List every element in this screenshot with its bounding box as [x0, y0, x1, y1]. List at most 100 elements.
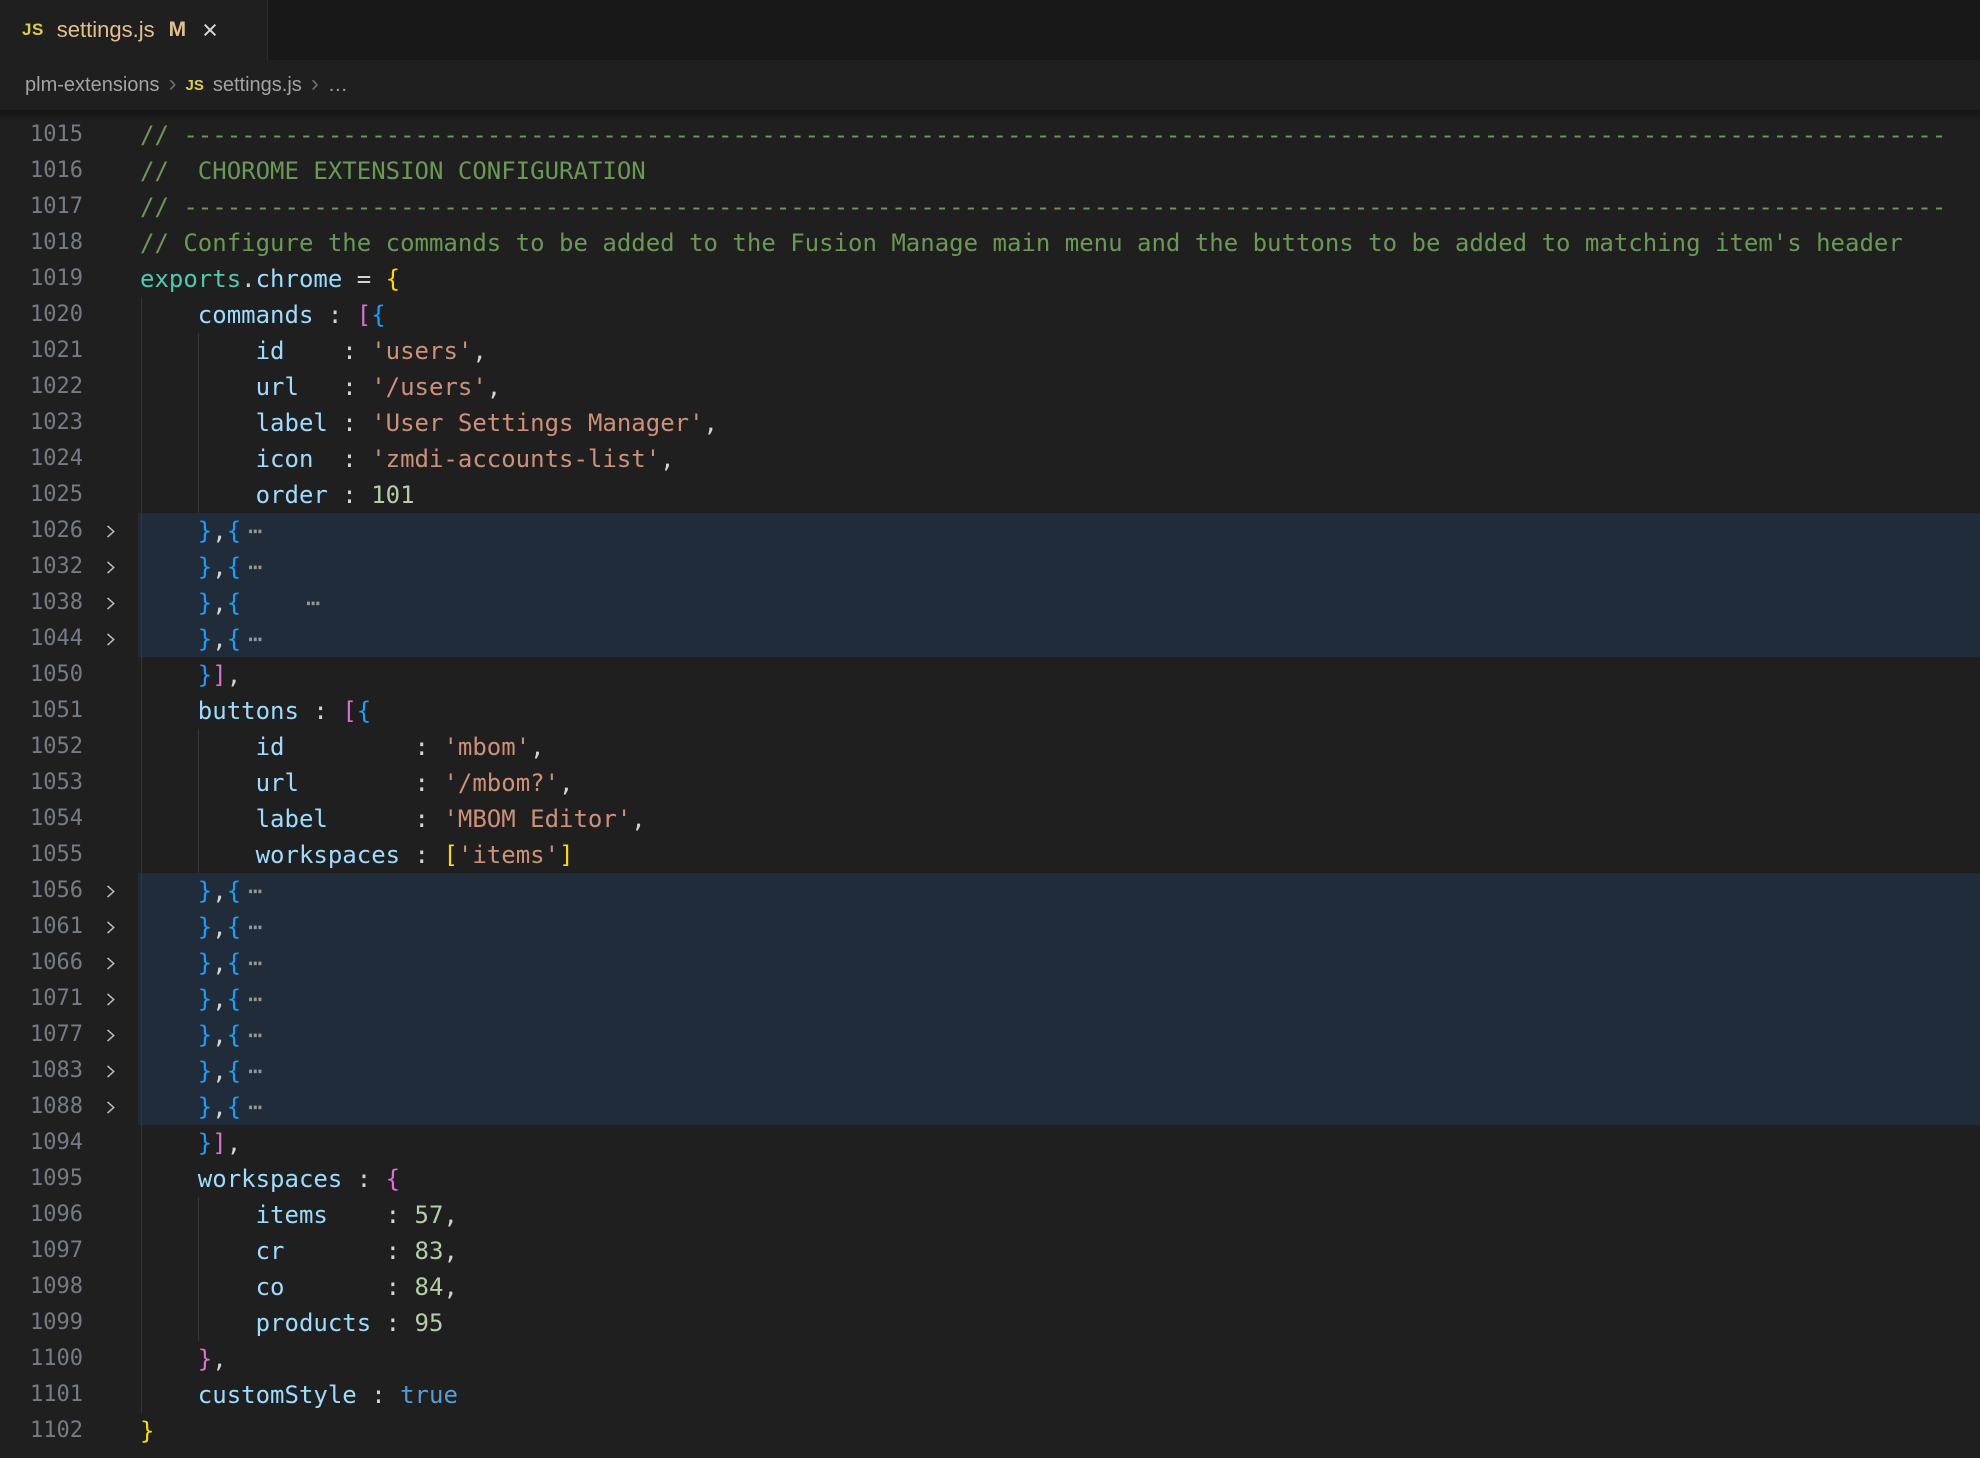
code-line-content[interactable]: products : 95 — [138, 1305, 1980, 1341]
code-line-content[interactable]: },{⋯ — [138, 621, 1980, 657]
code-line-content[interactable]: url : '/mbom?', — [138, 765, 1980, 801]
folded-code-ellipsis[interactable]: ⋯ — [248, 1021, 262, 1049]
line-number[interactable]: 1044 — [0, 621, 83, 657]
code-line-content[interactable]: },{⋯ — [138, 945, 1980, 981]
code-line-content[interactable]: id : 'mbom', — [138, 729, 1980, 765]
line-number[interactable]: 1096 — [0, 1197, 83, 1233]
folded-code-ellipsis[interactable]: ⋯ — [248, 949, 262, 977]
fold-chevron-icon[interactable] — [102, 1099, 119, 1116]
line-number[interactable]: 1094 — [0, 1125, 83, 1161]
fold-chevron-icon[interactable] — [102, 955, 119, 972]
folded-code-ellipsis[interactable]: ⋯ — [248, 913, 262, 941]
code-line-content[interactable]: },{⋯ — [138, 909, 1980, 945]
line-number[interactable]: 1077 — [0, 1017, 83, 1053]
folded-code-ellipsis[interactable]: ⋯ — [248, 553, 262, 581]
line-number[interactable]: 1021 — [0, 333, 83, 369]
code-line-content[interactable]: },{⋯ — [138, 1053, 1980, 1089]
fold-chevron-icon[interactable] — [102, 1063, 119, 1080]
code-line-content[interactable]: label : 'User Settings Manager', — [138, 405, 1980, 441]
line-number[interactable]: 1032 — [0, 549, 83, 585]
code-line-content[interactable]: }, — [138, 1341, 1980, 1377]
fold-chevron-icon[interactable] — [102, 919, 119, 936]
folded-code-ellipsis[interactable]: ⋯ — [306, 589, 320, 617]
line-number[interactable]: 1053 — [0, 765, 83, 801]
line-number[interactable]: 1022 — [0, 369, 83, 405]
code-line-content[interactable]: cr : 83, — [138, 1233, 1980, 1269]
line-number[interactable]: 1071 — [0, 981, 83, 1017]
line-number[interactable]: 1015 — [0, 117, 83, 153]
fold-chevron-icon[interactable] — [102, 1027, 119, 1044]
code-line-content[interactable]: id : 'users', — [138, 333, 1980, 369]
fold-chevron-icon[interactable] — [102, 991, 119, 1008]
line-number[interactable]: 1020 — [0, 297, 83, 333]
code-line-content[interactable]: },{⋯ — [138, 1017, 1980, 1053]
line-number[interactable]: 1016 — [0, 153, 83, 189]
code-line-content[interactable]: order : 101 — [138, 477, 1980, 513]
folded-code-ellipsis[interactable]: ⋯ — [248, 517, 262, 545]
line-number[interactable]: 1066 — [0, 945, 83, 981]
code-line-content[interactable]: customStyle : true — [138, 1377, 1980, 1413]
line-number[interactable]: 1098 — [0, 1269, 83, 1305]
code-line-content[interactable]: },{⋯ — [138, 981, 1980, 1017]
line-number[interactable]: 1097 — [0, 1233, 83, 1269]
line-number[interactable]: 1052 — [0, 729, 83, 765]
code-line-content[interactable]: url : '/users', — [138, 369, 1980, 405]
code-line-content[interactable]: },{⋯ — [138, 873, 1980, 909]
code-line-content[interactable]: workspaces : ['items'] — [138, 837, 1980, 873]
line-number[interactable]: 1088 — [0, 1089, 83, 1125]
folded-code-ellipsis[interactable]: ⋯ — [248, 1057, 262, 1085]
line-number[interactable]: 1055 — [0, 837, 83, 873]
line-number[interactable]: 1025 — [0, 477, 83, 513]
breadcrumb-symbol-more[interactable]: … — [328, 74, 348, 97]
close-icon[interactable]: × — [202, 17, 218, 44]
fold-chevron-icon[interactable] — [102, 523, 119, 540]
code-line-content[interactable]: }], — [138, 1125, 1980, 1161]
line-number[interactable]: 1038 — [0, 585, 83, 621]
code-line-content[interactable]: workspaces : { — [138, 1161, 1980, 1197]
line-number[interactable]: 1101 — [0, 1377, 83, 1413]
code-line-content[interactable]: }], — [138, 657, 1980, 693]
folded-code-ellipsis[interactable]: ⋯ — [248, 1093, 262, 1121]
folded-code-ellipsis[interactable]: ⋯ — [248, 985, 262, 1013]
line-number[interactable]: 1051 — [0, 693, 83, 729]
code-line-content[interactable]: icon : 'zmdi-accounts-list', — [138, 441, 1980, 477]
line-number[interactable]: 1017 — [0, 189, 83, 225]
code-line-content[interactable]: // -------------------------------------… — [138, 117, 1980, 153]
fold-chevron-icon[interactable] — [102, 559, 119, 576]
code-line-content[interactable]: },{ ⋯ — [138, 585, 1980, 621]
line-number[interactable]: 1083 — [0, 1053, 83, 1089]
line-number[interactable]: 1024 — [0, 441, 83, 477]
line-number[interactable]: 1019 — [0, 261, 83, 297]
line-number[interactable]: 1102 — [0, 1413, 83, 1449]
code-line-content[interactable]: label : 'MBOM Editor', — [138, 801, 1980, 837]
fold-chevron-icon[interactable] — [102, 595, 119, 612]
code-line-content[interactable]: // CHOROME EXTENSION CONFIGURATION — [138, 153, 1980, 189]
folded-code-ellipsis[interactable]: ⋯ — [248, 625, 262, 653]
code-line-content[interactable]: },{⋯ — [138, 549, 1980, 585]
breadcrumb-folder[interactable]: plm-extensions — [25, 74, 160, 97]
line-number[interactable]: 1056 — [0, 873, 83, 909]
code-line-content[interactable]: commands : [{ — [138, 297, 1980, 333]
line-number[interactable]: 1095 — [0, 1161, 83, 1197]
line-number[interactable]: 1100 — [0, 1341, 83, 1377]
code-line-content[interactable]: buttons : [{ — [138, 693, 1980, 729]
line-number[interactable]: 1054 — [0, 801, 83, 837]
code-line-content[interactable]: } — [138, 1413, 1980, 1449]
line-number[interactable]: 1061 — [0, 909, 83, 945]
fold-chevron-icon[interactable] — [102, 631, 119, 648]
code-line-content[interactable]: },{⋯ — [138, 1089, 1980, 1125]
folded-code-ellipsis[interactable]: ⋯ — [248, 877, 262, 905]
breadcrumb-file[interactable]: settings.js — [213, 74, 302, 97]
tab-settings-js[interactable]: JS settings.js M × — [0, 0, 268, 60]
code-line-content[interactable]: },{⋯ — [138, 513, 1980, 549]
code-line-content[interactable]: items : 57, — [138, 1197, 1980, 1233]
code-line-content[interactable]: exports.chrome = { — [138, 261, 1980, 297]
line-number[interactable]: 1099 — [0, 1305, 83, 1341]
fold-chevron-icon[interactable] — [102, 883, 119, 900]
code-line-content[interactable]: co : 84, — [138, 1269, 1980, 1305]
code-line-content[interactable]: // Configure the commands to be added to… — [138, 225, 1980, 261]
code-line-content[interactable]: // -------------------------------------… — [138, 189, 1980, 225]
line-number[interactable]: 1023 — [0, 405, 83, 441]
line-number[interactable]: 1018 — [0, 225, 83, 261]
line-number[interactable]: 1050 — [0, 657, 83, 693]
